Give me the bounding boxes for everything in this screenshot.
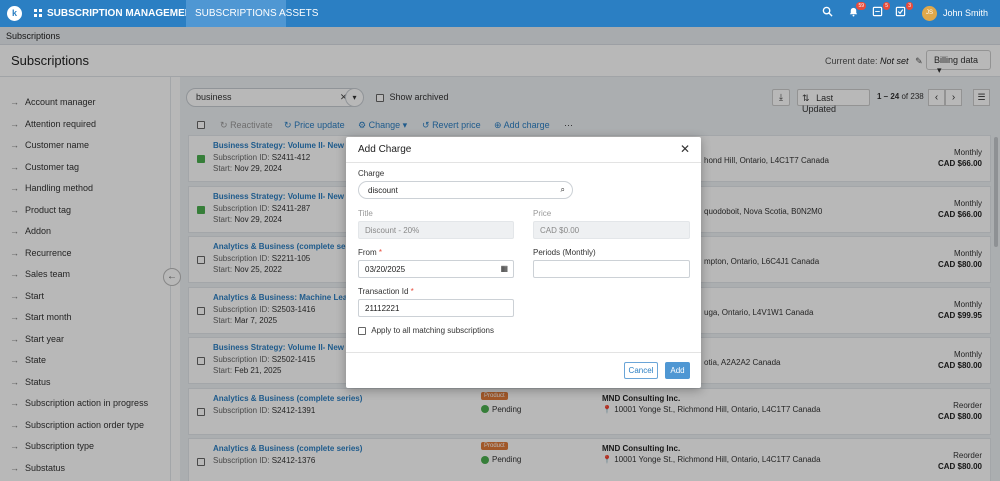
calendar-icon[interactable]: ▦ (500, 264, 508, 273)
apply-all-option[interactable]: Apply to all matching subscriptions (358, 326, 494, 335)
title-value: Discount - 20% (365, 226, 420, 235)
price-field: CAD $0.00 (533, 221, 690, 239)
charge-value: discount (368, 186, 398, 195)
search-icon[interactable] (821, 6, 834, 19)
from-label-text: From (358, 248, 377, 257)
bell-badge: 59 (856, 2, 866, 10)
app-logo[interactable]: k (7, 6, 22, 21)
apply-all-label: Apply to all matching subscriptions (371, 326, 494, 335)
top-bar: k SUBSCRIPTION MANAGEMENT SUBSCRIPTIONS … (0, 0, 1000, 27)
required-marker: * (410, 287, 414, 296)
search-icon: ⌕ (560, 185, 565, 194)
add-button[interactable]: Add (665, 362, 690, 379)
charge-search-input[interactable]: discount ⌕ (358, 181, 573, 199)
nav-subscriptions[interactable]: SUBSCRIPTIONS (186, 0, 286, 27)
close-icon[interactable]: ✕ (680, 142, 690, 156)
transaction-id-value: 21112221 (365, 304, 400, 313)
price-value: CAD $0.00 (540, 226, 580, 235)
apps-grid-icon[interactable] (34, 9, 42, 17)
tasks-badge: 5 (883, 2, 890, 10)
charge-label: Charge (358, 169, 385, 178)
title-label: Title (358, 209, 373, 218)
nav-assets[interactable]: ASSETS (279, 0, 318, 27)
from-label: From * (358, 248, 382, 257)
from-value: 03/20/2025 (365, 265, 406, 274)
user-name[interactable]: John Smith (943, 0, 988, 27)
add-charge-dialog: Add Charge ✕ Charge discount ⌕ Title Dis… (346, 137, 701, 388)
app-title[interactable]: SUBSCRIPTION MANAGEMENT (47, 0, 198, 27)
dialog-title: Add Charge (358, 144, 412, 155)
apply-all-checkbox[interactable] (358, 326, 366, 335)
tasks-icon[interactable]: 5 (871, 2, 890, 19)
dialog-header: Add Charge ✕ (346, 137, 701, 163)
approvals-badge: 3 (906, 2, 913, 10)
price-label: Price (533, 209, 552, 218)
approvals-icon[interactable]: 3 (894, 2, 913, 19)
title-field: Discount - 20% (358, 221, 514, 239)
transaction-id-label: Transaction Id * (358, 287, 414, 296)
periods-input[interactable] (533, 260, 690, 278)
cancel-button[interactable]: Cancel (624, 362, 658, 379)
required-marker: * (378, 248, 383, 257)
dialog-divider (346, 352, 701, 353)
transaction-id-label-text: Transaction Id (358, 287, 409, 296)
periods-label: Periods (Monthly) (533, 248, 596, 257)
avatar[interactable]: JS (922, 6, 937, 21)
transaction-id-input[interactable]: 21112221 (358, 299, 514, 317)
bell-icon[interactable]: 59 (847, 2, 866, 19)
from-date-input[interactable]: 03/20/2025 ▦ (358, 260, 514, 278)
